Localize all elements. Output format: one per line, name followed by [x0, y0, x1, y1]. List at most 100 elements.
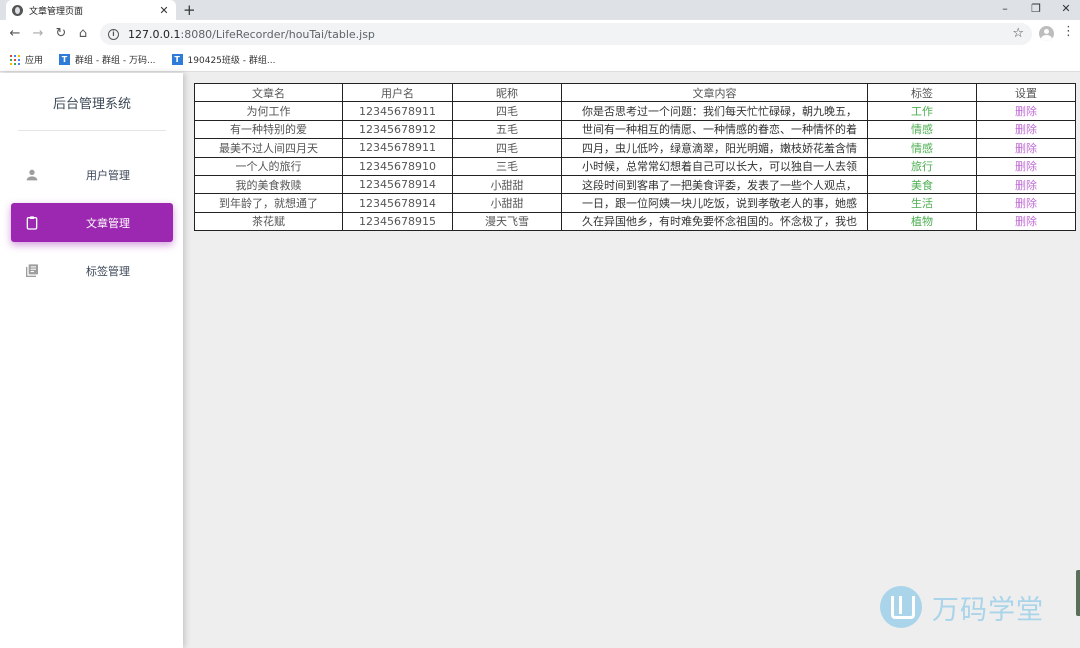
cell-nickname: 小甜甜	[452, 193, 562, 213]
bookmarks-bar: 应用 T 群组 - 群组 - 万码... T 190425班级 - 群组...	[0, 48, 1080, 72]
cell-content: 这段时间到客串了一把美食评委，发表了一些个人观点，	[561, 174, 868, 195]
cell-title: 茶花赋	[194, 211, 343, 232]
sidebar: 后台管理系统 用户管理 文章管理 标签管理	[0, 73, 183, 648]
minimize-button[interactable]: –	[990, 0, 1020, 20]
cell-username: 12345678915	[342, 211, 453, 232]
apps-grid-icon	[10, 54, 20, 65]
sidebar-item-label: 文章管理	[86, 216, 130, 230]
browser-toolbar: ← → ↻ ⌂ i 127.0.0.1 :8080/LifeRecorder/h…	[0, 20, 1080, 48]
delete-link[interactable]: 删除	[976, 174, 1076, 195]
delete-link[interactable]: 删除	[976, 211, 1076, 232]
table-row: 到年龄了，就想通了 12345678914 小甜甜 一日，跟一位阿姨一块儿吃饭，说到孝…	[194, 193, 1076, 213]
watermark-text: 万码学堂	[932, 594, 1044, 626]
delete-link[interactable]: 删除	[976, 101, 1076, 121]
delete-link[interactable]: 删除	[976, 193, 1076, 213]
cell-username: 12345678912	[342, 119, 453, 140]
star-icon[interactable]: ☆	[1012, 26, 1024, 41]
sidebar-item-users[interactable]: 用户管理	[11, 155, 173, 194]
restore-button[interactable]: ❐	[1021, 0, 1051, 20]
table-row: 一个人的旅行 12345678910 三毛 小时候，总常常幻想着自己可以长大，可以独自…	[194, 156, 1076, 176]
cell-nickname: 小甜甜	[452, 174, 562, 195]
delete-link[interactable]: 删除	[976, 156, 1076, 176]
brand-title: 后台管理系统	[52, 97, 131, 112]
col-header-settings: 设置	[976, 82, 1076, 103]
table-row: 我的美食救赎 12345678914 小甜甜 这段时间到客串了一把美食评委，发表了一些…	[194, 174, 1076, 195]
cell-tag: 植物	[867, 211, 977, 232]
cell-tag: 情感	[867, 138, 977, 158]
table-row: 最美不过人间四月天 12345678911 四毛 四月，虫儿低吟，绿意滴翠，阳光明媚，…	[194, 138, 1076, 158]
cell-nickname: 五毛	[452, 119, 562, 140]
cell-title: 我的美食救赎	[194, 174, 343, 195]
back-icon[interactable]: ←	[5, 24, 25, 44]
cell-username: 12345678911	[342, 138, 453, 158]
watermark: 万码学堂	[880, 586, 1044, 628]
cell-content: 你是否思考过一个问题：我们每天忙忙碌碌，朝九晚五，	[561, 101, 868, 121]
cell-tag: 旅行	[867, 156, 977, 176]
bookmark-label: 群组 - 群组 - 万码...	[75, 56, 156, 66]
bookmark-group-1[interactable]: T 群组 - 群组 - 万码...	[59, 53, 156, 66]
col-header-tag: 标签	[867, 82, 977, 103]
col-header-username: 用户名	[342, 82, 453, 103]
cell-username: 12345678911	[342, 101, 453, 121]
cell-nickname: 漫天飞雪	[452, 211, 562, 232]
address-path: :8080/LifeRecorder/houTai/table.jsp	[180, 27, 375, 41]
bookmark-apps[interactable]: 应用	[10, 53, 43, 66]
cell-title: 最美不过人间四月天	[194, 138, 343, 158]
delete-link[interactable]: 删除	[976, 119, 1076, 140]
bookmark-icon: T	[171, 54, 183, 65]
cell-content: 小时候，总常常幻想着自己可以长大，可以独自一人去领	[561, 156, 868, 176]
browser-tab[interactable]: 文章管理页面 ✕	[6, 0, 176, 20]
cell-nickname: 四毛	[452, 101, 562, 121]
home-icon[interactable]: ⌂	[73, 24, 93, 44]
brand-divider	[18, 130, 166, 131]
sidebar-item-label: 标签管理	[86, 264, 130, 278]
cell-tag: 美食	[867, 174, 977, 195]
cell-tag: 情感	[867, 119, 977, 140]
table-row: 茶花赋 12345678915 漫天飞雪 久在异国他乡，有时难免要怀念祖国的。怀念极了…	[194, 211, 1076, 232]
menu-icon[interactable]: ⋮	[1062, 24, 1075, 39]
col-header-nickname: 昵称	[452, 82, 562, 103]
cell-username: 12345678910	[342, 156, 453, 176]
table-header-row: 文章名 用户名 昵称 文章内容 标签 设置	[194, 82, 1076, 103]
forward-icon[interactable]: →	[28, 24, 48, 44]
cell-username: 12345678914	[342, 193, 453, 213]
wanma-logo-icon	[880, 586, 922, 628]
table-body: 为何工作 12345678911 四毛 你是否思考过一个问题：我们每天忙忙碌碌，朝九晚…	[194, 101, 1076, 232]
bookmark-group-2[interactable]: T 190425班级 - 群组...	[171, 53, 276, 66]
cell-tag: 生活	[867, 193, 977, 213]
cell-username: 12345678914	[342, 174, 453, 195]
cell-content: 四月，虫儿低吟，绿意滴翠，阳光明媚，嫩枝娇花羞含情	[561, 138, 868, 158]
col-header-content: 文章内容	[561, 82, 868, 103]
delete-link[interactable]: 删除	[976, 138, 1076, 158]
edge-scroll-handle[interactable]	[1076, 570, 1080, 616]
sidebar-item-articles[interactable]: 文章管理	[11, 203, 173, 242]
cell-content: 一日，跟一位阿姨一块儿吃饭，说到孝敬老人的事，她感	[561, 193, 868, 213]
cell-title: 到年龄了，就想通了	[194, 193, 343, 213]
tab-close-icon[interactable]: ✕	[158, 4, 170, 17]
cell-tag: 工作	[867, 101, 977, 121]
cell-content: 世间有一种相互的情愿、一种情感的眷恋、一种情怀的着	[561, 119, 868, 140]
new-tab-button[interactable]: +	[183, 0, 196, 20]
address-host: 127.0.0.1	[128, 27, 181, 41]
tab-title: 文章管理页面	[29, 6, 84, 17]
profile-avatar-icon[interactable]	[1039, 26, 1054, 41]
cell-title: 一个人的旅行	[194, 156, 343, 176]
col-header-title: 文章名	[194, 82, 343, 103]
cell-title: 有一种特别的爱	[194, 119, 343, 140]
cell-title: 为何工作	[194, 101, 343, 121]
cell-nickname: 四毛	[452, 138, 562, 158]
info-icon[interactable]: i	[108, 28, 119, 40]
sidebar-item-label: 用户管理	[86, 168, 130, 182]
reload-icon[interactable]: ↻	[51, 24, 71, 44]
window-close-button[interactable]: ✕	[1051, 0, 1080, 20]
cell-content: 久在异国他乡，有时难免要怀念祖国的。怀念极了，我也	[561, 211, 868, 232]
sidebar-item-tags[interactable]: 标签管理	[11, 251, 173, 290]
bookmark-label: 应用	[25, 56, 44, 66]
cell-nickname: 三毛	[452, 156, 562, 176]
bookmark-label: 190425班级 - 群组...	[187, 56, 276, 66]
globe-icon	[12, 4, 23, 16]
address-bar[interactable]: i 127.0.0.1 :8080/LifeRecorder/houTai/ta…	[100, 23, 1032, 45]
table-row: 有一种特别的爱 12345678912 五毛 世间有一种相互的情愿、一种情感的眷恋、一…	[194, 119, 1076, 140]
bookmark-icon: T	[59, 54, 71, 65]
articles-table: 文章名 用户名 昵称 文章内容 标签 设置 为何工作 12345678911 四毛你…	[194, 82, 1076, 232]
